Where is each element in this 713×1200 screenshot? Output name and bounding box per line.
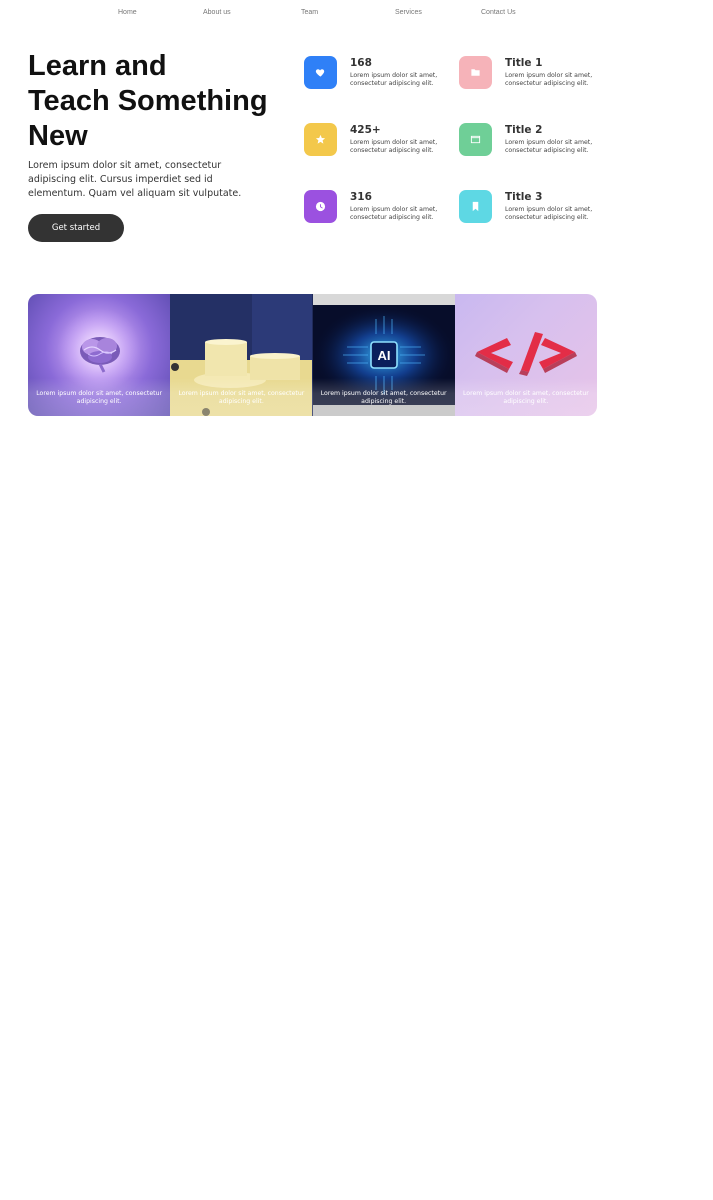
- hero-title-line: Learn and: [28, 50, 167, 82]
- feature-item: Title 3 Lorem ipsum dolor sit amet, cons…: [459, 190, 609, 230]
- hero-title-line: New: [28, 120, 88, 152]
- feature-title: Title 1: [505, 57, 543, 69]
- feature-item: 425+ Lorem ipsum dolor sit amet, consect…: [304, 123, 454, 163]
- gallery-caption: Lorem ipsum dolor sit amet, consectetur …: [462, 390, 589, 405]
- feature-text: Lorem ipsum dolor sit amet, consectetur …: [350, 72, 438, 87]
- feature-title: 316: [350, 191, 372, 203]
- nav-contact-link[interactable]: Contact Us: [481, 9, 516, 16]
- gallery-card[interactable]: AI Lorem ipsum dolor sit amet, consectet…: [312, 294, 455, 416]
- get-started-button[interactable]: Get started: [28, 214, 124, 242]
- feature-text: Lorem ipsum dolor sit amet, consectetur …: [505, 139, 593, 154]
- feature-item: 168 Lorem ipsum dolor sit amet, consecte…: [304, 56, 454, 96]
- heart-icon: [304, 56, 337, 89]
- feature-title: Title 3: [505, 191, 543, 203]
- feature-title: Title 2: [505, 124, 543, 136]
- folder-icon: [459, 56, 492, 89]
- ai-chip-label: AI: [377, 348, 390, 363]
- feature-text: Lorem ipsum dolor sit amet, consectetur …: [350, 206, 438, 221]
- feature-text: Lorem ipsum dolor sit amet, consectetur …: [505, 72, 593, 87]
- hero-title-line: Teach Something: [28, 85, 268, 117]
- feature-item: Title 2 Lorem ipsum dolor sit amet, cons…: [459, 123, 609, 163]
- clock-icon: [304, 190, 337, 223]
- gallery-card[interactable]: Lorem ipsum dolor sit amet, consectetur …: [170, 294, 313, 416]
- star-icon: [304, 123, 337, 156]
- nav-about-link[interactable]: About us: [203, 9, 231, 16]
- bookmark-icon: [459, 190, 492, 223]
- nav-services-link[interactable]: Services: [395, 9, 422, 16]
- hero-title: Learn and Teach Something New: [28, 49, 298, 154]
- nav-home-link[interactable]: Home: [118, 9, 137, 16]
- feature-item: Title 1 Lorem ipsum dolor sit amet, cons…: [459, 56, 609, 96]
- feature-text: Lorem ipsum dolor sit amet, consectetur …: [350, 139, 438, 154]
- feature-title: 425+: [350, 124, 381, 136]
- gallery-card[interactable]: Lorem ipsum dolor sit amet, consectetur …: [28, 294, 171, 416]
- gallery-caption: Lorem ipsum dolor sit amet, consectetur …: [178, 390, 305, 405]
- gallery-card[interactable]: Lorem ipsum dolor sit amet, consectetur …: [454, 294, 597, 416]
- feature-title: 168: [350, 57, 372, 69]
- browser-icon: [459, 123, 492, 156]
- nav-team-link[interactable]: Team: [301, 9, 318, 16]
- gallery-caption: Lorem ipsum dolor sit amet, consectetur …: [320, 390, 447, 405]
- hero-description: Lorem ipsum dolor sit amet, consectetur …: [28, 160, 242, 199]
- feature-text: Lorem ipsum dolor sit amet, consectetur …: [505, 206, 593, 221]
- feature-item: 316 Lorem ipsum dolor sit amet, consecte…: [304, 190, 454, 230]
- gallery-caption: Lorem ipsum dolor sit amet, consectetur …: [36, 390, 163, 405]
- image-gallery: Lorem ipsum dolor sit amet, consectetur …: [28, 294, 597, 416]
